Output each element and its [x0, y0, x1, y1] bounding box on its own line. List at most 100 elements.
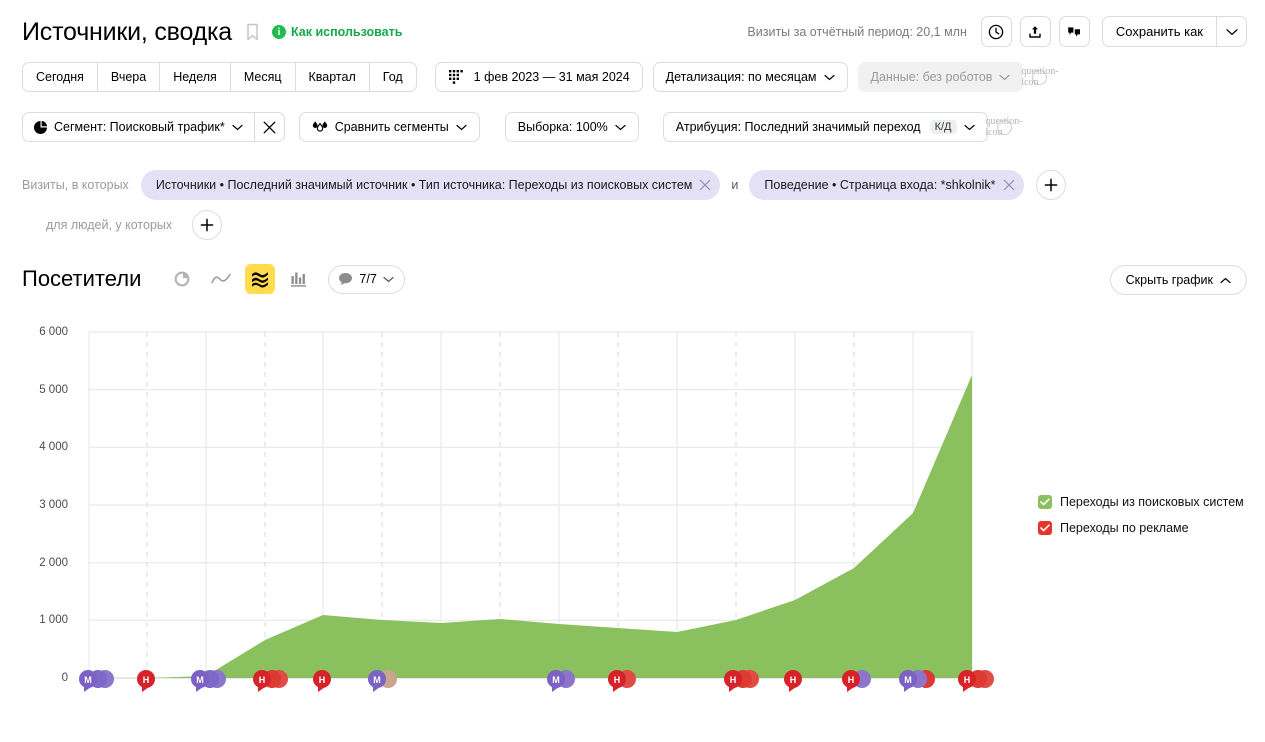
annotation-marker[interactable]: М [368, 670, 397, 692]
hide-chart-button[interactable]: Скрыть график [1109, 265, 1247, 295]
chevron-down-icon [963, 124, 975, 131]
chevron-down-icon [615, 124, 626, 131]
close-icon[interactable] [253, 112, 285, 142]
line-chart-view-icon[interactable] [206, 264, 236, 294]
annotation-marker[interactable]: Н [137, 670, 155, 692]
calendar-grid-icon [448, 70, 463, 84]
visit-filter-row: Визиты, в которых Источники • Последний … [22, 168, 1066, 202]
speech-bubble-icon [338, 272, 353, 286]
filter-chip-landing-page-label: Поведение • Страница входа: *shkolnik* [764, 178, 996, 192]
bookmark-icon[interactable] [246, 23, 259, 41]
annotation-marker[interactable]: М [191, 670, 226, 692]
quick-range-today[interactable]: Сегодня [22, 62, 97, 92]
svg-text:М: М [552, 675, 560, 685]
chevron-down-icon [823, 74, 835, 81]
sample-size-select[interactable]: Выборка: 100% [504, 112, 639, 142]
chevron-down-icon [383, 276, 394, 283]
comments-quote-icon[interactable] [1058, 16, 1090, 47]
chevron-down-icon [999, 74, 1011, 81]
annotation-marker[interactable]: М [547, 670, 575, 692]
how-to-use-link[interactable]: i Как использовать [272, 25, 402, 39]
legend-item-ad-traffic[interactable]: Переходы по рекламе [1038, 521, 1244, 535]
quick-range-month[interactable]: Месяц [229, 62, 295, 92]
hide-chart-label: Скрыть график [1125, 273, 1213, 287]
svg-text:Н: Н [964, 675, 971, 685]
attribution-label: Атрибуция: Последний значимый переход [675, 120, 921, 134]
filter-chip-source[interactable]: Источники • Последний значимый источник … [140, 170, 721, 200]
chart-legend: Переходы из поисковых систем Переходы по… [1038, 495, 1244, 547]
annotation-marker[interactable]: Н [842, 670, 871, 692]
annotation-marker[interactable]: Н [784, 670, 802, 692]
svg-text:М: М [904, 675, 912, 685]
chevron-down-icon [456, 124, 467, 131]
share-export-icon[interactable] [1019, 16, 1051, 47]
annotation-marker[interactable]: Н [253, 670, 288, 692]
how-to-use-label: Как использовать [291, 25, 403, 39]
period-toolbar: Сегодня Вчера Неделя Месяц Квартал Год 1… [22, 62, 1059, 92]
segment-toolbar: Сегмент: Поисковый трафик* Сравнить сегм… [22, 112, 1023, 142]
attribution-select[interactable]: Атрибуция: Последний значимый переход К/… [662, 112, 988, 142]
segment-label: Сегмент: Поисковый трафик* [54, 120, 225, 134]
compare-segments-label: Сравнить сегменты [334, 120, 449, 134]
segment-select[interactable]: Сегмент: Поисковый трафик* [22, 112, 254, 142]
sample-size-label: Выборка: 100% [517, 120, 608, 134]
compare-drops-icon [312, 120, 328, 134]
close-icon[interactable] [699, 179, 711, 191]
quick-range-week[interactable]: Неделя [159, 62, 230, 92]
people-filter-row: для людей, у которых [22, 208, 1066, 242]
quick-range-year[interactable]: Год [368, 62, 417, 92]
svg-text:М: М [196, 675, 204, 685]
chevron-down-icon [232, 124, 243, 131]
bar-chart-view-icon[interactable] [284, 264, 314, 294]
annotation-marker[interactable]: М [899, 670, 935, 692]
annotation-marker[interactable]: Н [313, 670, 331, 692]
date-range-label: 1 фев 2023 — 31 мая 2024 [473, 70, 630, 84]
save-as-button[interactable]: Сохранить как [1101, 16, 1216, 47]
legend-item-search-traffic[interactable]: Переходы из поисковых систем [1038, 495, 1244, 509]
pie-chart-view-icon[interactable] [167, 264, 197, 294]
question-icon[interactable]: question-icon [1021, 66, 1058, 88]
header-actions: Визиты за отчётный период: 20,1 млн Сохр… [747, 16, 1247, 47]
people-filter-label: для людей, у которых [46, 218, 173, 232]
svg-text:Н: Н [614, 675, 621, 685]
quick-range-quarter[interactable]: Квартал [294, 62, 369, 92]
question-icon[interactable]: question-icon [985, 116, 1022, 138]
chart-comments-select[interactable]: 7/7 [328, 264, 405, 294]
legend-label: Переходы по рекламе [1060, 521, 1189, 535]
date-range-picker[interactable]: 1 фев 2023 — 31 мая 2024 [434, 62, 643, 92]
add-people-filter-button[interactable] [192, 210, 223, 240]
annotation-marker[interactable]: Н [958, 670, 994, 692]
compare-segments-button[interactable]: Сравнить сегменты [298, 112, 480, 142]
filter-builder: Визиты, в которых Источники • Последний … [22, 168, 1066, 242]
history-clock-icon[interactable] [980, 16, 1012, 47]
svg-text:Н: Н [319, 675, 326, 685]
checkbox-checked-icon[interactable] [1038, 521, 1052, 535]
page-header: Источники, сводка i Как использовать Виз… [0, 0, 1265, 56]
title-row: Источники, сводка i Как использовать [22, 17, 402, 47]
svg-text:Н: Н [143, 675, 150, 685]
save-as-group: Сохранить как [1101, 16, 1247, 47]
quick-range-yesterday[interactable]: Вчера [96, 62, 160, 92]
svg-text:Н: Н [848, 675, 855, 685]
svg-text:Н: Н [730, 675, 737, 685]
close-icon[interactable] [1003, 179, 1015, 191]
chevron-down-icon[interactable] [1216, 16, 1247, 47]
annotation-marker[interactable]: Н [724, 670, 759, 692]
chart-title: Посетители [22, 266, 142, 291]
filter-chip-source-label: Источники • Последний значимый источник … [155, 178, 693, 192]
add-visit-filter-button[interactable] [1035, 170, 1066, 200]
detail-level-select[interactable]: Детализация: по месяцам [652, 62, 848, 92]
data-mode-select[interactable]: Данные: без роботов [857, 62, 1024, 92]
checkbox-checked-icon[interactable] [1038, 495, 1052, 509]
annotation-marker[interactable]: Н [608, 670, 636, 692]
page-title: Источники, сводка [22, 18, 233, 46]
svg-text:М: М [84, 675, 92, 685]
chart-annotation-markers[interactable]: М Н М Н Н М М Н Н Н Н М Н [0, 665, 1010, 699]
chart-comments-label: 7/7 [359, 272, 377, 286]
annotation-marker[interactable]: М [79, 670, 114, 692]
area-chart-view-icon[interactable] [245, 264, 276, 294]
filter-chip-landing-page[interactable]: Поведение • Страница входа: *shkolnik* [749, 170, 1024, 200]
segment-chip: Сегмент: Поисковый трафик* [22, 112, 285, 142]
visit-filter-label: Визиты, в которых [22, 178, 129, 192]
info-icon: i [272, 25, 287, 39]
